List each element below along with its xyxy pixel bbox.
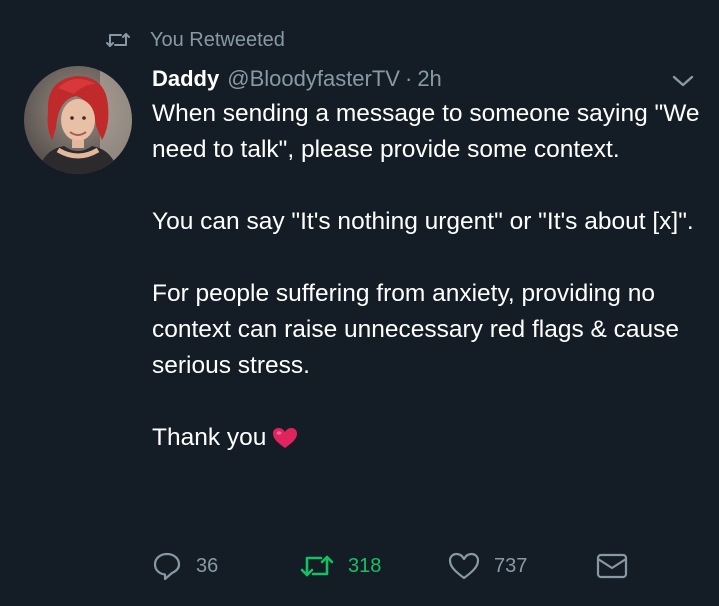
like-button[interactable]: 737 bbox=[448, 552, 596, 580]
tweet-paragraph: For people suffering from anxiety, provi… bbox=[152, 280, 680, 379]
red-heart-emoji-icon bbox=[272, 427, 298, 449]
tweet-paragraph-last: Thank you bbox=[152, 420, 704, 456]
tweet-paragraph: Thank you bbox=[152, 424, 267, 451]
separator-dot: · bbox=[404, 66, 413, 91]
retweet-icon bbox=[106, 28, 130, 52]
tweet-paragraph: When sending a message to someone saying… bbox=[152, 100, 700, 163]
author-name[interactable]: Daddy bbox=[152, 66, 219, 92]
retweet-button[interactable]: 318 bbox=[300, 553, 448, 579]
chevron-down-icon[interactable] bbox=[668, 70, 698, 92]
heart-icon bbox=[448, 552, 480, 580]
envelope-icon bbox=[596, 553, 628, 579]
tweet-paragraph: You can say "It's nothing urgent" or "It… bbox=[152, 208, 694, 235]
retweet-context: You Retweeted bbox=[106, 26, 285, 54]
reply-button[interactable]: 36 bbox=[152, 551, 300, 581]
tweet-actions: 36 318 737 bbox=[152, 546, 628, 586]
timestamp[interactable]: 2h bbox=[417, 66, 441, 92]
retweet-context-label: You Retweeted bbox=[150, 28, 285, 51]
retweet-icon bbox=[300, 553, 334, 579]
direct-message-button[interactable] bbox=[596, 553, 628, 579]
avatar[interactable] bbox=[24, 66, 132, 174]
tweet-text: When sending a message to someone saying… bbox=[152, 96, 704, 456]
reply-icon bbox=[152, 551, 182, 581]
author-handle[interactable]: @BloodyfasterTV bbox=[227, 66, 400, 92]
tweet-header: Daddy @BloodyfasterTV · 2h bbox=[152, 62, 442, 96]
retweet-count: 318 bbox=[348, 554, 382, 577]
like-count: 737 bbox=[494, 554, 528, 577]
reply-count: 36 bbox=[196, 554, 219, 577]
tweet[interactable]: You Retweeted Daddy @BloodyfasterTV · 2h… bbox=[0, 0, 719, 606]
